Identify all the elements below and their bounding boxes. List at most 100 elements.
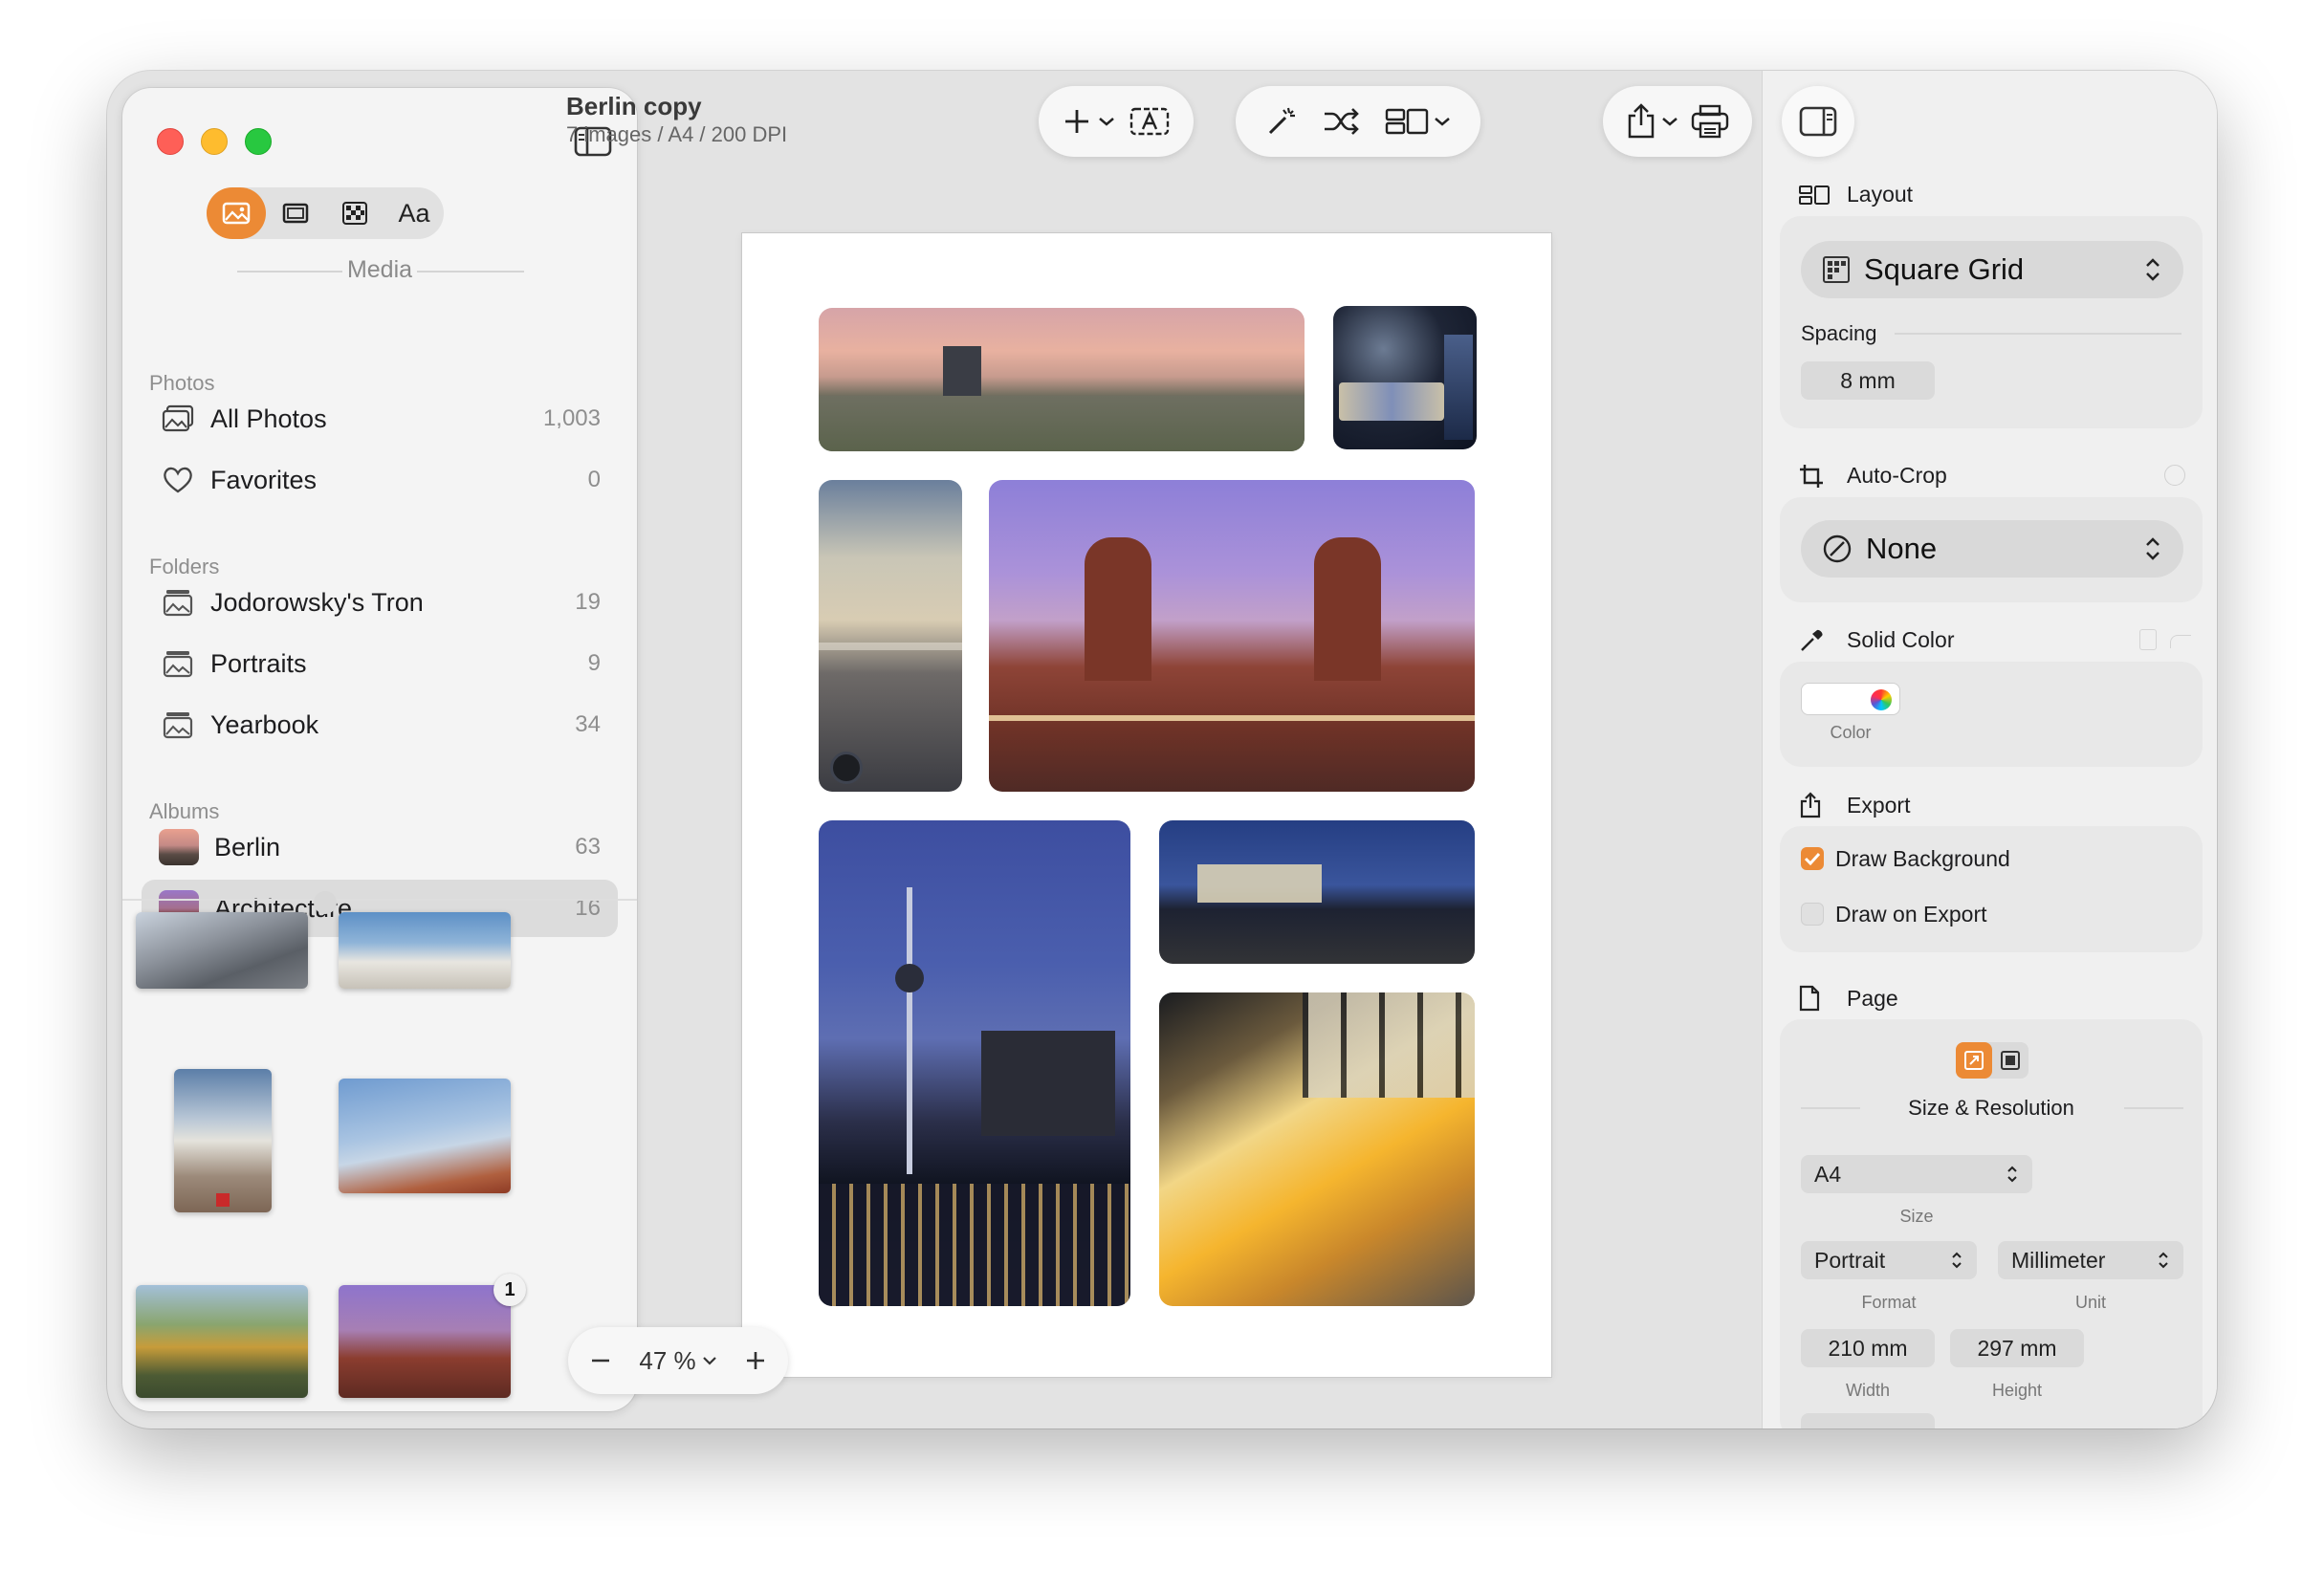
document-icon	[1799, 985, 1831, 1012]
photo-thumbnail[interactable]	[339, 912, 511, 989]
chevron-down-icon	[702, 1357, 716, 1365]
print-button[interactable]	[1691, 93, 1729, 150]
media-tab-patterns[interactable]	[325, 187, 384, 239]
inspector-toggle-icon	[1799, 106, 1837, 137]
export-section-header: Export	[1799, 792, 1910, 818]
zoom-level-menu[interactable]: 47 %	[639, 1346, 716, 1376]
sidebar-item-favorites[interactable]: Favorites 0	[142, 451, 618, 509]
shuffle-button[interactable]	[1323, 93, 1361, 150]
plus-icon	[1065, 110, 1088, 133]
page-section-header: Page	[1799, 985, 1898, 1012]
page-size-popup[interactable]: A4	[1801, 1155, 2032, 1193]
collage-photo-reichstag[interactable]	[1159, 820, 1475, 964]
add-menu-button[interactable]	[1063, 93, 1116, 150]
sidebar-item-count: 34	[575, 711, 601, 737]
page-mode-fill-button[interactable]	[1992, 1042, 2028, 1079]
sidebar-item-all-photos[interactable]: All Photos 1,003	[142, 390, 618, 447]
color-well[interactable]	[1801, 683, 1900, 715]
crop-icon	[1799, 464, 1831, 489]
draw-background-checkbox[interactable]	[1801, 847, 1824, 870]
export-icon	[1799, 792, 1831, 818]
draw-on-export-checkbox[interactable]	[1801, 903, 1824, 926]
media-tab-text[interactable]: Aa	[384, 187, 444, 239]
page-height-field[interactable]: 297 mm	[1950, 1329, 2084, 1367]
page-format-caption: Format	[1861, 1293, 1917, 1312]
resize-handle[interactable]	[314, 891, 337, 914]
album-thumbnail	[159, 829, 199, 865]
collage-photo-brandenburg-gate[interactable]	[819, 480, 962, 792]
zoom-out-icon[interactable]	[589, 1349, 612, 1372]
minimize-window-button[interactable]	[201, 128, 228, 155]
info-icon[interactable]	[2164, 465, 2185, 486]
sidebar-item-label: Jodorowsky's Tron	[210, 587, 424, 617]
shuffle-icon	[1324, 108, 1359, 135]
magic-wand-icon	[1269, 107, 1296, 135]
page-unit-value: Millimeter	[2011, 1247, 2106, 1273]
fill-page-icon	[2001, 1051, 2020, 1070]
photo-thumbnail[interactable]	[174, 1069, 272, 1212]
media-tab-frames[interactable]	[266, 187, 325, 239]
sidebar-item-album-berlin[interactable]: Berlin 63	[142, 818, 618, 876]
collage-photo-oberbaum-bridge[interactable]	[989, 480, 1475, 792]
magic-wand-button[interactable]	[1264, 93, 1299, 150]
zoom-window-button[interactable]	[245, 128, 272, 155]
sidebar-item-folder[interactable]: Jodorowsky's Tron 19	[142, 574, 618, 631]
size-divider-right	[2124, 1107, 2183, 1109]
collage-photo-world-clock[interactable]	[1333, 306, 1477, 449]
photo-thumbnail[interactable]	[339, 1285, 511, 1398]
spacing-field[interactable]: 8 mm	[1801, 361, 1935, 400]
photo-icon	[222, 202, 251, 225]
page-size-value: A4	[1814, 1161, 1842, 1187]
collage-photo-berlin-skyline[interactable]	[819, 308, 1305, 451]
sidebar-item-label: Yearbook	[210, 709, 319, 739]
autocrop-header-label: Auto-Crop	[1847, 463, 1947, 488]
sidebar-item-folder[interactable]: Portraits 9	[142, 635, 618, 692]
autocrop-popup[interactable]: None	[1801, 520, 2183, 578]
page-size-caption: Size	[1899, 1207, 1934, 1226]
resize-icon	[1964, 1051, 1984, 1070]
autocrop-value: None	[1866, 532, 1938, 565]
sidebar: Aa Media Photos All Photos 1,003 Favorit…	[122, 88, 637, 1411]
collage-photo-tv-tower[interactable]	[819, 820, 1130, 1306]
sidebar-item-folder[interactable]: Yearbook 34	[142, 696, 618, 753]
photo-thumbnail[interactable]	[136, 912, 308, 989]
sidebar-item-label: Portraits	[210, 648, 307, 678]
chevron-up-down-icon	[2146, 258, 2160, 281]
heart-icon	[159, 463, 197, 497]
page-card: Size & Resolution A4 Size Portrait Forma…	[1780, 1019, 2203, 1428]
solid-color-card: Color	[1780, 662, 2203, 767]
zoom-in-icon[interactable]	[744, 1349, 767, 1372]
share-toolbar-group	[1603, 86, 1752, 157]
add-text-button[interactable]	[1129, 93, 1170, 150]
none-icon	[1823, 534, 1852, 563]
media-tab-photos[interactable]	[207, 187, 266, 239]
page-format-popup[interactable]: Portrait	[1801, 1241, 1977, 1279]
layout-type-popup[interactable]: Square Grid	[1801, 241, 2183, 298]
inspector-toggle-button[interactable]	[1782, 86, 1854, 157]
layout-grid-icon	[1799, 185, 1831, 206]
close-window-button[interactable]	[157, 128, 184, 155]
share-icon	[1628, 103, 1655, 139]
collage-page[interactable]	[742, 233, 1551, 1377]
sidebar-item-count: 1,003	[542, 405, 601, 431]
trash-icon[interactable]	[2139, 629, 2157, 650]
sidebar-item-count: 63	[575, 834, 601, 860]
page-resolution-field[interactable]	[1801, 1413, 1935, 1428]
folder-photo-icon	[159, 708, 197, 742]
spacing-label: Spacing	[1801, 321, 1877, 345]
chevron-up-down-icon	[1952, 1252, 1962, 1269]
photo-thumbnail[interactable]	[136, 1285, 308, 1398]
photo-thumbnail[interactable]	[339, 1079, 511, 1193]
spacing-divider	[1895, 333, 2181, 335]
media-section-divider: Media	[122, 256, 637, 285]
square-grid-icon	[1823, 256, 1850, 283]
solid-color-header-label: Solid Color	[1847, 627, 1955, 652]
reset-icon[interactable]	[2170, 635, 2191, 648]
page-mode-fit-button[interactable]	[1956, 1042, 1992, 1079]
page-unit-popup[interactable]: Millimeter	[1998, 1241, 2183, 1279]
page-width-field[interactable]: 210 mm	[1801, 1329, 1935, 1367]
layout-menu-button[interactable]	[1385, 93, 1452, 150]
share-menu-button[interactable]	[1626, 93, 1679, 150]
collage-photo-train-station[interactable]	[1159, 992, 1475, 1306]
checkerboard-icon	[342, 202, 367, 225]
